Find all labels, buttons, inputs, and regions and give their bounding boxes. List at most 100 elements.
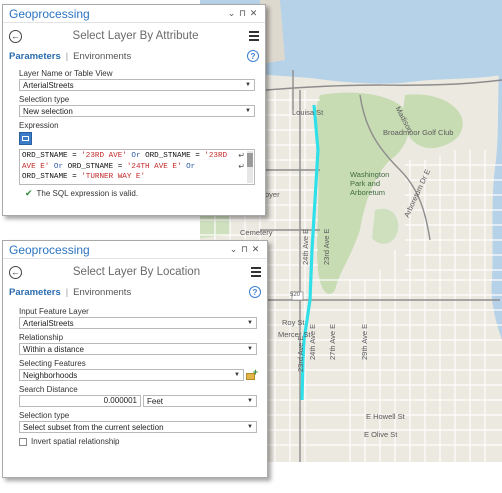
tool-header: ← Select Layer By Location	[3, 259, 267, 285]
validation-message: ✔ The SQL expression is valid.	[19, 188, 255, 199]
sql-token: '23RD AVE'	[81, 152, 127, 160]
selecting-features-row: Neighborhoods ▼ +	[19, 367, 258, 385]
back-arrow-icon[interactable]: ←	[9, 265, 22, 279]
distance-unit-dropdown[interactable]: Feet ▼	[143, 395, 257, 407]
sql-mode-icon[interactable]	[19, 132, 32, 145]
input-feature-layer-dropdown[interactable]: ArterialStreets ▼	[19, 317, 257, 329]
selection-type-value: Select subset from the current selection	[23, 422, 164, 432]
selection-type-dropdown[interactable]: New selection ▼	[19, 105, 255, 117]
pane-title-bar: Geoprocessing ⌄ ⊓ ✕	[3, 241, 267, 259]
layer-name-label: Layer Name or Table View	[19, 69, 113, 78]
selection-type-dropdown[interactable]: Select subset from the current selection…	[19, 421, 257, 433]
tab-parameters[interactable]: Parameters	[9, 51, 61, 62]
invert-relationship-checkbox[interactable]	[19, 437, 27, 446]
sql-line: ORD_STNAME = '23RD AVE' Or ORD_STNAME = …	[22, 151, 238, 162]
selecting-features-label: Selecting Features	[19, 359, 86, 368]
sql-token: Or	[49, 162, 68, 171]
help-icon[interactable]: ?	[249, 286, 261, 298]
close-icon[interactable]: ✕	[248, 8, 259, 19]
tab-strip: Parameters | Environments ?	[3, 49, 265, 63]
map-label-27th-ave: 27th Ave E	[328, 323, 337, 360]
map-label-24th-ave: 24th Ave E	[301, 228, 310, 265]
tab-separator: |	[65, 51, 69, 61]
pane-title: Geoprocessing	[9, 6, 90, 21]
selecting-features-dropdown[interactable]: Neighborhoods ▼	[19, 369, 244, 381]
pin-icon[interactable]: ⌄	[226, 8, 237, 19]
map-label-24th-ave-south: 24th Ave E	[308, 323, 317, 360]
selecting-features-value: Neighborhoods	[23, 370, 78, 380]
parameters-form: Layer Name or Table View ArterialStreets…	[3, 63, 265, 203]
invert-relationship-label: Invert spatial relationship	[31, 437, 120, 446]
pane-title-bar: Geoprocessing ⌄ ⊓ ✕	[3, 5, 265, 23]
map-label-washington-park: Washington Park and Arboretum	[350, 170, 390, 197]
map-label-louisa-st: Louisa St	[292, 108, 324, 117]
layer-name-value: ArterialStreets	[23, 80, 74, 90]
map-label-howell-st: E Howell St	[366, 412, 405, 421]
pin-icon[interactable]: ⌄	[228, 244, 239, 255]
map-label-mercer-st: Mercer St	[278, 330, 311, 339]
browse-folder-icon[interactable]: +	[246, 367, 258, 381]
tab-separator: |	[65, 287, 69, 297]
input-feature-layer-label: Input Feature Layer	[19, 307, 89, 316]
chevron-down-icon: ▼	[247, 398, 253, 404]
map-label-cemetery: Cemetery	[240, 228, 273, 237]
layer-name-dropdown[interactable]: ArterialStreets ▼	[19, 79, 255, 91]
search-distance-input[interactable]: 0.000001	[19, 395, 141, 407]
sql-token: ORD_STNAME =	[145, 152, 205, 160]
relationship-label: Relationship	[19, 333, 64, 342]
tool-header: ← Select Layer By Attribute	[3, 23, 265, 49]
chevron-down-icon: ▼	[247, 346, 253, 352]
map-label-29th-ave: 29th Ave E	[360, 323, 369, 360]
sql-expression-editor[interactable]: ORD_STNAME = '23RD AVE' Or ORD_STNAME = …	[19, 149, 255, 185]
tab-parameters[interactable]: Parameters	[9, 287, 61, 298]
relationship-dropdown[interactable]: Within a distance ▼	[19, 343, 257, 355]
search-distance-label: Search Distance	[19, 385, 78, 394]
sql-token: ORD_STNAME =	[22, 173, 82, 181]
chevron-down-icon: ▼	[245, 82, 251, 88]
search-distance-row: 0.000001 Feet ▼	[19, 395, 257, 407]
sql-token: Or	[181, 162, 196, 171]
sql-token: ORD_STNAME =	[67, 162, 127, 171]
map-label-23rd-ave: 23rd Ave E	[322, 228, 331, 265]
parameters-form: Input Feature Layer ArterialStreets ▼ Re…	[3, 299, 267, 450]
line-wrap-icon: ↵	[238, 151, 245, 160]
chevron-down-icon: ▼	[247, 424, 253, 430]
map-label-roy-st: Roy St	[282, 318, 305, 327]
select-by-location-pane: Geoprocessing ⌄ ⊓ ✕ ← Select Layer By Lo…	[2, 240, 268, 478]
sql-token: '23RD	[204, 152, 228, 160]
invert-relationship-row: Invert spatial relationship	[19, 437, 257, 446]
tab-strip: Parameters | Environments ?	[3, 285, 267, 299]
map-label-route-520: 520	[290, 292, 301, 298]
close-icon[interactable]: ✕	[250, 244, 261, 255]
chevron-down-icon: ▼	[247, 320, 253, 326]
selection-type-label: Selection type	[19, 411, 70, 420]
input-feature-layer-value: ArterialStreets	[23, 318, 74, 328]
chevron-down-icon: ▼	[234, 372, 240, 378]
sql-line: ORD_STNAME = 'TURNER WAY E'	[22, 172, 238, 183]
auto-hide-icon[interactable]: ⊓	[237, 8, 248, 19]
map-label-broadmoor: Broadmoor Golf Club	[383, 128, 454, 137]
help-icon[interactable]: ?	[247, 50, 259, 62]
check-icon: ✔	[25, 188, 33, 198]
pane-title: Geoprocessing	[9, 242, 90, 257]
selection-type-label: Selection type	[19, 95, 70, 104]
sql-scrollbar[interactable]	[247, 151, 253, 183]
back-arrow-icon[interactable]: ←	[9, 29, 22, 43]
auto-hide-icon[interactable]: ⊓	[239, 244, 250, 255]
map-label-olive-st: E Olive St	[364, 430, 398, 439]
tab-environments[interactable]: Environments	[73, 287, 131, 298]
map-label-23rd-ave-south: 23rd Ave E	[296, 335, 305, 372]
expression-label: Expression	[19, 121, 59, 130]
validation-text: The SQL expression is valid.	[36, 189, 139, 198]
sql-token: 'TURNER WAY E'	[81, 173, 146, 181]
sql-line: AVE E' Or ORD_STNAME = '24TH AVE E' Or	[22, 162, 238, 173]
menu-icon[interactable]	[249, 31, 259, 41]
tool-title: Select Layer By Location	[72, 266, 201, 278]
tab-environments[interactable]: Environments	[73, 51, 131, 62]
menu-icon[interactable]	[251, 267, 261, 277]
relationship-value: Within a distance	[23, 344, 84, 354]
line-wrap-icon: ↵	[238, 162, 245, 171]
selection-type-value: New selection	[23, 106, 73, 116]
tool-title: Select Layer By Attribute	[72, 30, 199, 42]
sql-token: AVE E'	[22, 162, 50, 171]
